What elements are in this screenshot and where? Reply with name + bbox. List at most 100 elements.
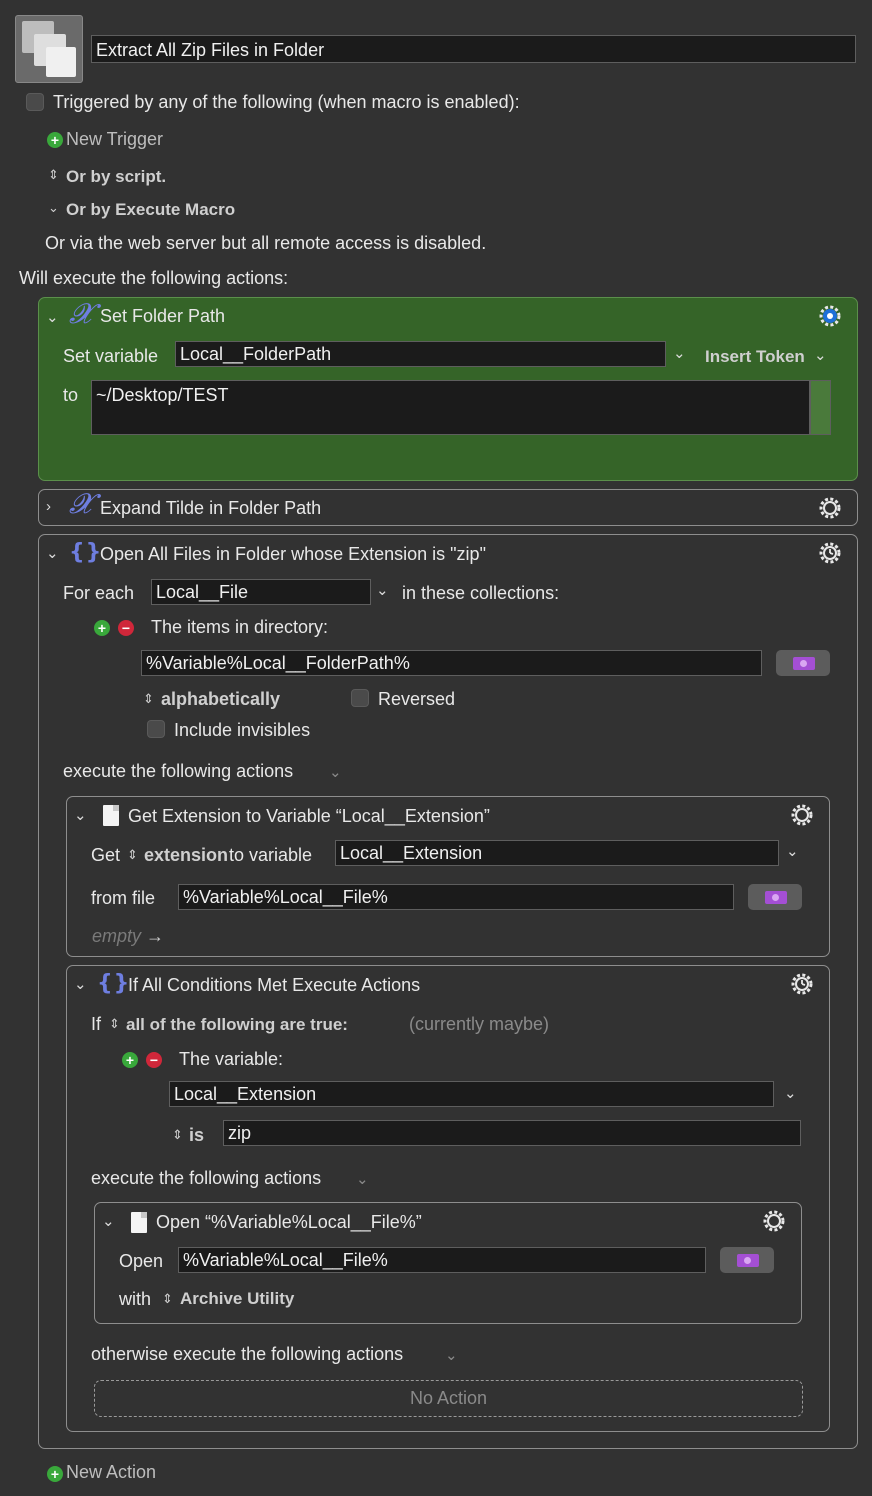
attribute-popup[interactable]: extension [144,845,228,866]
gear-icon[interactable] [817,495,843,521]
web-server-note: Or via the web server but all remote acc… [45,233,487,253]
add-condition-icon[interactable]: + [122,1052,138,1068]
variable-name-field[interactable]: Local__FolderPath [175,341,666,367]
action-title[interactable]: Get Extension to Variable “Local__Extens… [128,806,490,827]
directory-token-button[interactable] [776,650,830,676]
reversed-checkbox[interactable] [351,689,369,707]
new-trigger-button[interactable]: New Trigger [66,129,163,150]
set-variable-label: Set variable [63,346,159,366]
new-trigger-plus-icon[interactable]: + [47,132,63,148]
empty-hint-text: empty [92,926,142,946]
macro-name-field[interactable]: Extract All Zip Files in Folder [91,35,856,63]
directory-path-field[interactable]: %Variable%Local__FolderPath% [141,650,762,676]
target-variable-chevron-icon[interactable]: ⌄ [786,842,799,860]
operator-popup[interactable]: is [189,1125,204,1146]
action-expand-tilde[interactable]: › 𝓧 Expand Tilde in Folder Path [38,487,858,526]
include-invisibles-checkbox[interactable] [147,720,165,738]
for-each-label: For each [63,583,135,603]
insert-token-chevron-icon[interactable]: ⌄ [814,346,827,364]
target-variable-field[interactable]: Local__Extension [335,840,779,866]
variable-x-icon: 𝓧 [69,487,92,520]
trigger-label: Triggered by any of the following (when … [53,92,520,112]
action-set-folder-path[interactable]: ⌄ 𝓧 Set Folder Path Set variable Local__… [38,297,858,481]
control-braces-icon: {} [97,971,131,996]
document-icon [131,1212,147,1233]
no-action-placeholder[interactable]: No Action [94,1380,803,1417]
app-updown-icon[interactable]: ⇕ [162,1291,173,1307]
loop-variable-field[interactable]: Local__File [151,579,371,605]
variable-dropdown-chevron-icon[interactable]: ⌄ [673,344,686,362]
from-file-label: from file [91,888,156,908]
action-title[interactable]: Open All Files in Folder whose Extension… [100,544,486,565]
operator-updown-icon[interactable]: ⇕ [172,1127,183,1143]
condition-variable-chevron-icon[interactable]: ⌄ [784,1084,797,1102]
condition-mode-popup[interactable]: all of the following are true: [126,1015,348,1035]
remove-collection-icon[interactable]: − [118,620,134,636]
gear-clock-icon[interactable] [789,971,815,997]
action-title[interactable]: If All Conditions Met Execute Actions [128,975,420,996]
new-action-plus-icon[interactable]: + [47,1466,63,1482]
expand-chevron-icon[interactable]: › [46,498,51,515]
execute-actions-chevron-icon[interactable]: ⌄ [356,1170,369,1188]
new-action-button[interactable]: New Action [66,1462,156,1483]
reversed-label: Reversed [378,689,456,709]
insert-token-button[interactable]: Insert Token [705,347,805,367]
collapse-chevron-icon[interactable]: ⌄ [46,308,59,326]
action-get-extension[interactable]: ⌄ Get Extension to Variable “Local__Exte… [66,796,830,957]
or-execute-chevron-icon[interactable]: ⌄ [48,200,59,216]
macro-icon[interactable] [15,15,83,83]
include-invisibles-label: Include invisibles [174,720,311,740]
token-icon [737,1254,759,1267]
value-textarea-scrollbar[interactable] [810,380,831,435]
gear-icon[interactable] [789,802,815,828]
otherwise-actions-chevron-icon[interactable]: ⌄ [445,1346,458,1364]
collapse-chevron-icon[interactable]: ⌄ [46,544,59,562]
loop-variable-chevron-icon[interactable]: ⌄ [376,581,389,599]
variable-x-icon: 𝓧 [69,297,92,330]
collections-label: in these collections: [402,583,560,603]
collapse-chevron-icon[interactable]: ⌄ [102,1212,115,1230]
condition-value-field[interactable]: zip [223,1120,801,1146]
open-file-token-button[interactable] [720,1247,774,1273]
condition-variable-field[interactable]: Local__Extension [169,1081,774,1107]
gear-icon[interactable] [761,1208,787,1234]
gear-clock-icon[interactable] [817,540,843,566]
action-title[interactable]: Open “%Variable%Local__File%” [156,1212,422,1233]
token-icon [793,657,815,670]
remove-condition-icon[interactable]: − [146,1052,162,1068]
open-file-field[interactable]: %Variable%Local__File% [178,1247,706,1273]
or-by-script-toggle[interactable]: Or by script. [66,167,166,187]
action-open-file[interactable]: ⌄ Open “%Variable%Local__File%” Open %Va… [94,1202,802,1324]
execute-actions-label: execute the following actions [91,1168,322,1188]
action-title[interactable]: Set Folder Path [100,306,225,327]
value-textarea[interactable]: ~/Desktop/TEST [91,380,810,435]
open-label: Open [119,1251,164,1271]
or-script-updown-icon[interactable]: ⇕ [48,167,59,183]
condition-mode-updown-icon[interactable]: ⇕ [109,1016,120,1032]
trigger-enable-checkbox[interactable] [26,93,44,111]
action-title[interactable]: Expand Tilde in Folder Path [100,498,321,519]
to-label: to [63,385,79,405]
to-variable-label: to variable [229,845,313,865]
application-popup[interactable]: Archive Utility [180,1289,294,1309]
collapse-chevron-icon[interactable]: ⌄ [74,806,87,824]
will-execute-label: Will execute the following actions: [19,268,289,288]
arrow-right-icon: → [146,926,165,946]
execute-actions-label: execute the following actions [63,761,294,781]
sort-order-popup[interactable]: alphabetically [161,689,280,710]
items-in-directory-label: The items in directory: [151,617,329,637]
collapse-chevron-icon[interactable]: ⌄ [74,975,87,993]
with-label: with [119,1289,152,1309]
action-if-conditions[interactable]: ⌄ {} If All Conditions Met Execute Actio… [66,965,830,1432]
execute-actions-chevron-icon[interactable]: ⌄ [329,763,342,781]
macro-icon-image-layer-front [46,47,76,77]
file-token-button[interactable] [748,884,802,910]
or-by-execute-macro-toggle[interactable]: Or by Execute Macro [66,200,235,220]
from-file-field[interactable]: %Variable%Local__File% [178,884,734,910]
token-icon [765,891,787,904]
gear-icon-active[interactable] [817,303,843,329]
control-braces-icon: {} [69,540,103,565]
sort-updown-icon[interactable]: ⇕ [143,691,154,707]
add-collection-icon[interactable]: + [94,620,110,636]
attribute-updown-icon[interactable]: ⇕ [127,847,138,863]
